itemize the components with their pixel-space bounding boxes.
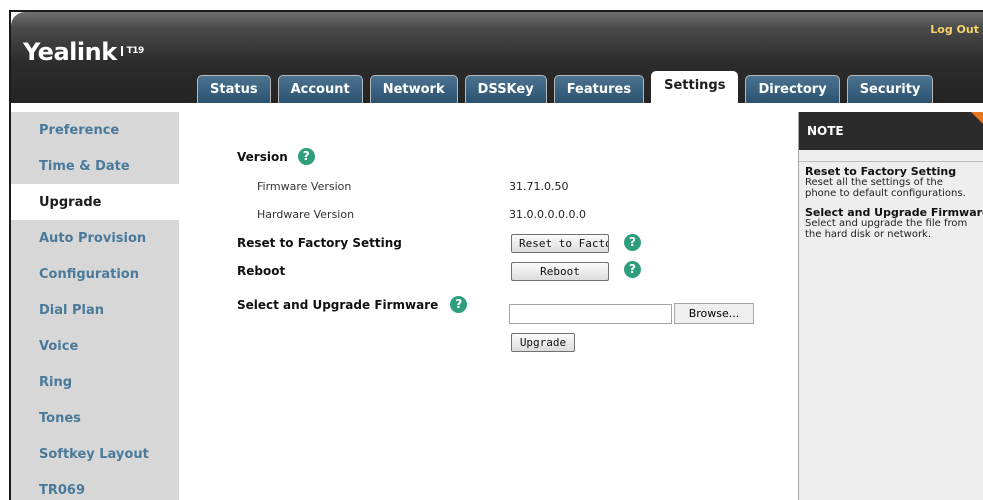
main-tabs: Status Account Network DSSKey Features S… bbox=[197, 70, 940, 103]
reset-help-icon[interactable]: ? bbox=[624, 234, 641, 251]
reboot-help-icon[interactable]: ? bbox=[624, 261, 641, 278]
sidebar-item-dial-plan[interactable]: Dial Plan bbox=[11, 292, 179, 328]
header-bar: Yealink T19 Log Out Status Account Networ… bbox=[11, 12, 983, 103]
logo-text: Yealink bbox=[23, 38, 117, 66]
upgrade-firmware-label: Select and Upgrade Firmware bbox=[237, 297, 439, 312]
sidebar-item-upgrade[interactable]: Upgrade bbox=[11, 184, 189, 220]
sidebar-item-softkey-layout[interactable]: Softkey Layout bbox=[11, 436, 179, 472]
settings-sidebar: Preference Time & Date Upgrade Auto Prov… bbox=[11, 112, 189, 500]
sidebar-item-voice[interactable]: Voice bbox=[11, 328, 179, 364]
upgrade-help-icon[interactable]: ? bbox=[450, 296, 468, 313]
note-item-text: Reset all the settings of the bbox=[805, 177, 943, 188]
tab-account[interactable]: Account bbox=[277, 75, 363, 103]
browse-button[interactable]: Browse... bbox=[674, 303, 754, 324]
yealink-logo: Yealink T19 bbox=[23, 38, 144, 66]
tab-security[interactable]: Security bbox=[846, 75, 934, 103]
note-header: NOTE bbox=[799, 112, 983, 150]
reset-factory-button[interactable]: Reset to Factory Setting bbox=[511, 234, 609, 253]
note-item-text: phone to default configurations. bbox=[805, 188, 966, 199]
tab-network[interactable]: Network bbox=[369, 75, 458, 103]
sidebar-item-ring[interactable]: Ring bbox=[11, 364, 179, 400]
upgrade-button[interactable]: Upgrade bbox=[511, 333, 575, 352]
firmware-version-value: 31.71.0.50 bbox=[509, 180, 569, 193]
sidebar-item-time-date[interactable]: Time & Date bbox=[11, 148, 179, 184]
reboot-row: Reboot bbox=[237, 264, 285, 278]
sidebar-item-auto-provision[interactable]: Auto Provision bbox=[11, 220, 179, 256]
note-title: NOTE bbox=[807, 124, 844, 138]
version-label: Version bbox=[237, 149, 288, 164]
note-body: Reset to Factory Setting Reset all the s… bbox=[799, 162, 983, 240]
hardware-version-value: 31.0.0.0.0.0.0 bbox=[509, 208, 586, 221]
note-divider bbox=[799, 150, 983, 162]
reset-row: Reset to Factory Setting bbox=[237, 236, 402, 250]
firmware-row: Firmware Version bbox=[257, 180, 351, 193]
upgrade-row: Select and Upgrade Firmware ? bbox=[237, 296, 468, 313]
upgrade-panel: Version ? Firmware Version 31.71.0.50 Ha… bbox=[189, 112, 797, 500]
reboot-button[interactable]: Reboot bbox=[511, 262, 609, 281]
logout-link[interactable]: Log Out bbox=[930, 23, 979, 36]
firmware-version-label: Firmware Version bbox=[257, 180, 352, 193]
note-corner-accent bbox=[971, 112, 983, 126]
app-frame: Yealink T19 Log Out Status Account Networ… bbox=[9, 10, 983, 500]
note-item-title: Reset to Factory Setting bbox=[805, 165, 957, 178]
note-item-upgrade: Select and Upgrade Firmware Select and u… bbox=[805, 206, 983, 240]
version-row: Version ? bbox=[237, 148, 315, 165]
tab-features[interactable]: Features bbox=[553, 75, 645, 103]
reset-factory-label: Reset to Factory Setting bbox=[237, 236, 402, 250]
note-panel: NOTE Reset to Factory Setting Reset all … bbox=[798, 112, 983, 500]
sidebar-item-tr069[interactable]: TR069 bbox=[11, 472, 179, 500]
sidebar-item-tones[interactable]: Tones bbox=[11, 400, 179, 436]
reboot-label: Reboot bbox=[237, 264, 286, 278]
note-item-title: Select and Upgrade Firmware bbox=[805, 206, 983, 219]
note-item-text: Select and upgrade the file from bbox=[805, 218, 968, 229]
logo-model: T19 bbox=[120, 46, 144, 56]
note-item-text: the hard disk or network. bbox=[805, 229, 932, 240]
tab-settings[interactable]: Settings bbox=[651, 71, 739, 103]
hardware-version-label: Hardware Version bbox=[257, 208, 355, 221]
hardware-row: Hardware Version bbox=[257, 208, 354, 221]
note-item-reset: Reset to Factory Setting Reset all the s… bbox=[805, 166, 981, 199]
firmware-file-input[interactable] bbox=[509, 304, 672, 324]
tab-directory[interactable]: Directory bbox=[745, 75, 840, 103]
sidebar-item-configuration[interactable]: Configuration bbox=[11, 256, 179, 292]
sidebar-item-preference[interactable]: Preference bbox=[11, 112, 179, 148]
version-help-icon[interactable]: ? bbox=[297, 148, 315, 165]
tab-status[interactable]: Status bbox=[197, 75, 271, 103]
tab-dsskey[interactable]: DSSKey bbox=[464, 75, 547, 103]
